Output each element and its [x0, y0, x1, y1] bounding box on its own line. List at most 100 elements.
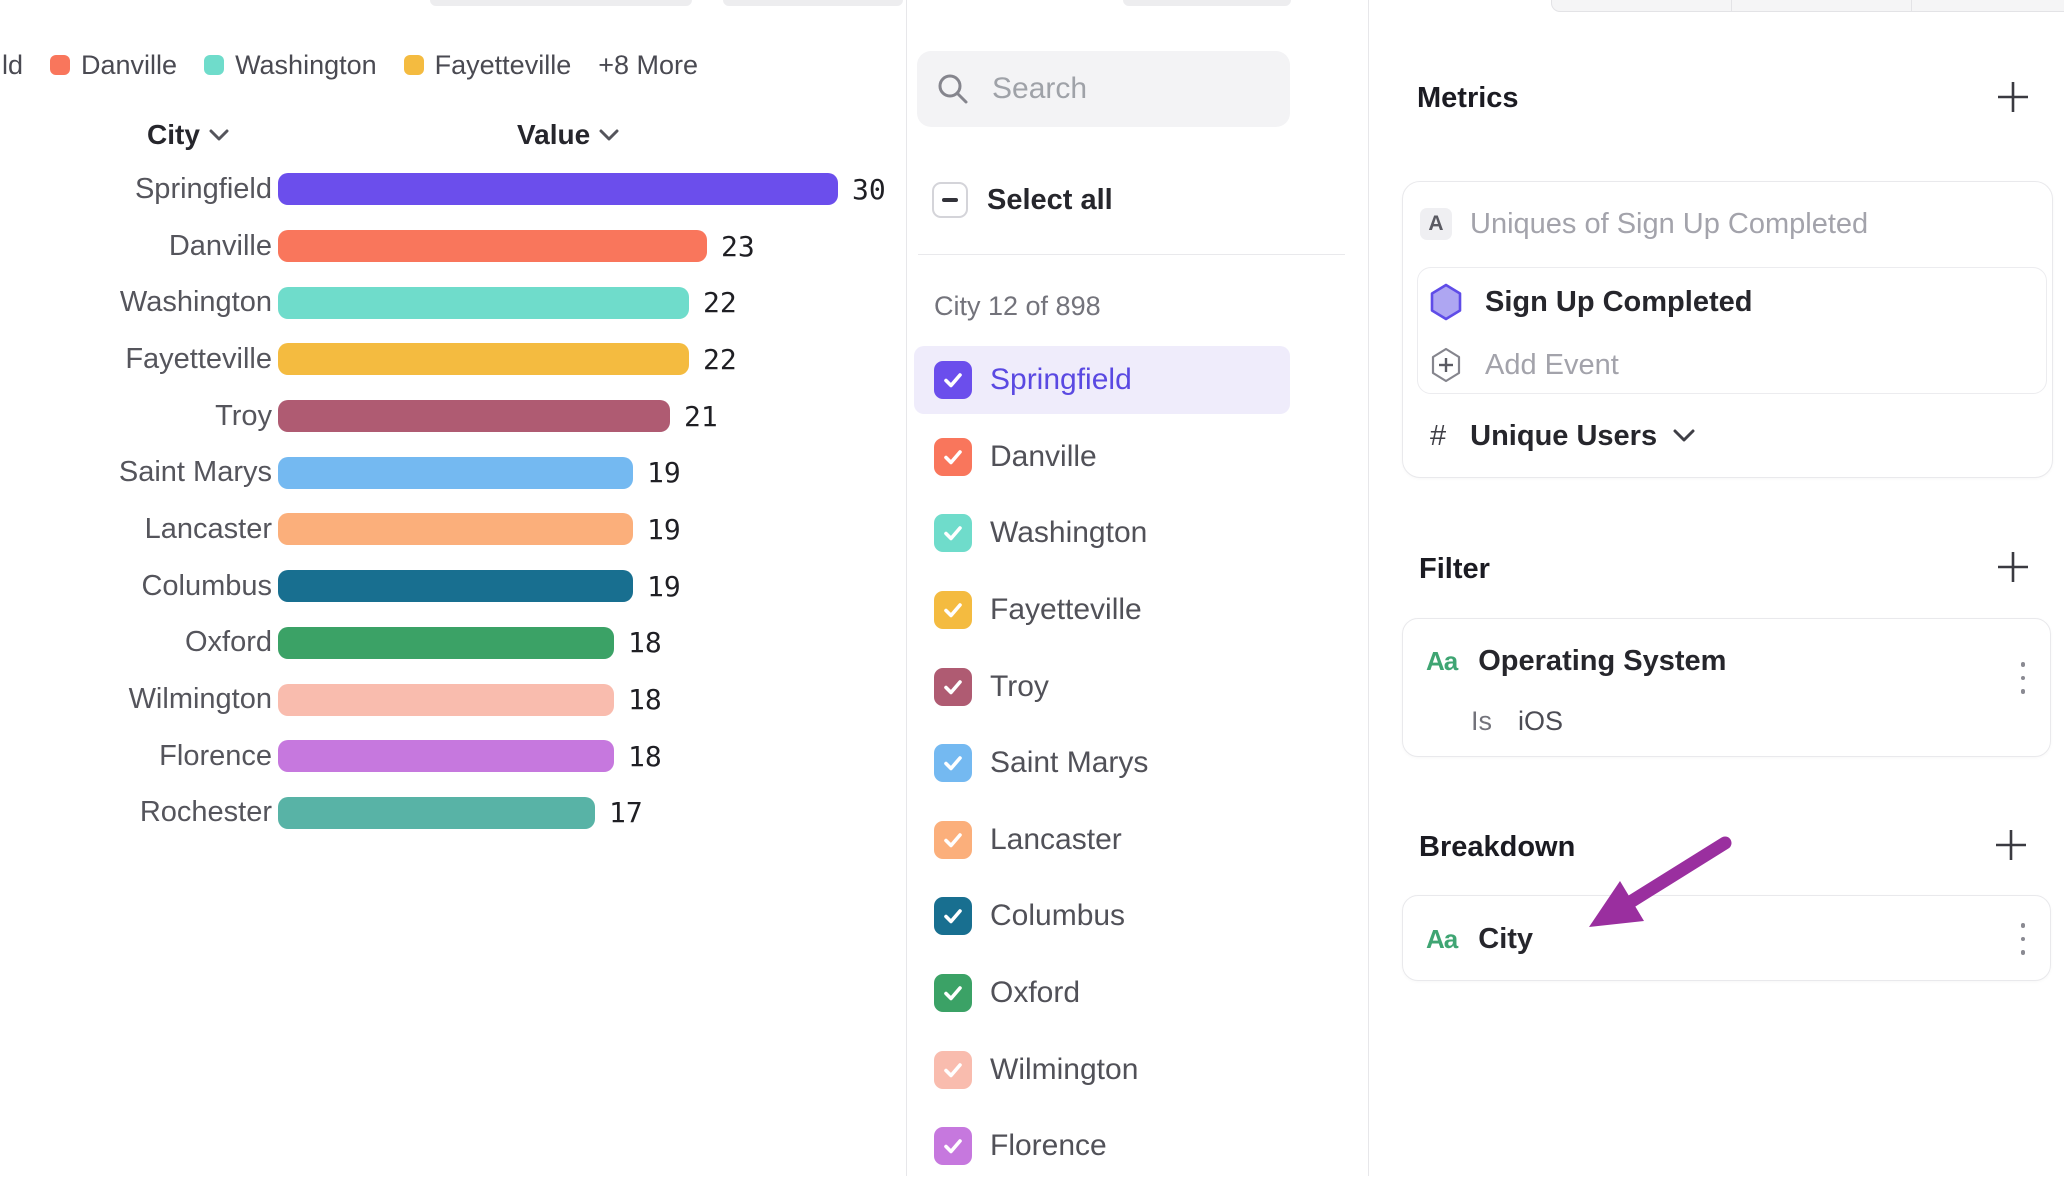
city-row-fayetteville[interactable]: Fayetteville: [906, 572, 1368, 649]
city-checkbox[interactable]: [934, 974, 972, 1012]
legend-more-button[interactable]: +8 More: [598, 50, 698, 81]
city-checkbox[interactable]: [934, 897, 972, 935]
city-row-troy[interactable]: Troy: [906, 648, 1368, 725]
column-header-value-label: Value: [517, 119, 590, 151]
column-header-city-label: City: [147, 119, 200, 151]
filter-property-row[interactable]: Aa Operating System: [1426, 644, 1726, 678]
segmented-control-sliver: [1551, 0, 2064, 12]
bar-value: 19: [647, 456, 681, 489]
segment-divider: [1911, 0, 1912, 11]
city-row-danville[interactable]: Danville: [906, 419, 1368, 496]
bar[interactable]: [278, 343, 689, 375]
city-row-columbus[interactable]: Columbus: [906, 878, 1368, 955]
check-icon: [940, 367, 966, 393]
city-label: Springfield: [990, 363, 1132, 397]
bar[interactable]: [278, 627, 614, 659]
bar[interactable]: [278, 740, 614, 772]
bar[interactable]: [278, 570, 633, 602]
city-label: Lancaster: [990, 823, 1122, 857]
city-row-springfield[interactable]: Springfield: [906, 342, 1368, 419]
bar-value: 22: [703, 343, 737, 376]
bar[interactable]: [278, 173, 838, 205]
select-all-row[interactable]: Select all: [906, 164, 1368, 236]
bar-value: 18: [628, 683, 662, 716]
bar-value: 19: [647, 570, 681, 603]
city-checkbox[interactable]: [934, 514, 972, 552]
bar[interactable]: [278, 513, 633, 545]
bar-value: 21: [684, 400, 718, 433]
bar[interactable]: [278, 287, 689, 319]
breakdown-card[interactable]: Aa City: [1402, 895, 2051, 981]
city-checkbox[interactable]: [934, 744, 972, 782]
city-label: Fayetteville: [990, 593, 1142, 627]
chart-row: Wilmington18: [0, 671, 906, 728]
event-block: Sign Up Completed Add Event: [1417, 267, 2047, 394]
chart-row: Fayetteville22: [0, 331, 906, 388]
bar-category-label: Danville: [0, 230, 272, 263]
city-checkbox[interactable]: [934, 438, 972, 476]
chart-row: Columbus 19: [0, 558, 906, 615]
kebab-menu-icon[interactable]: [2020, 923, 2026, 964]
city-checkbox[interactable]: [934, 1127, 972, 1165]
bar-category-label: Columbus: [0, 570, 272, 603]
breakdown-property-row[interactable]: Aa City: [1426, 922, 1533, 956]
bar-value: 18: [628, 740, 662, 773]
city-checkbox[interactable]: [934, 591, 972, 629]
top-tab-sliver: [1123, 0, 1291, 6]
metric-summary: Uniques of Sign Up Completed: [1470, 208, 1868, 241]
chevron-down-icon: [1673, 429, 1695, 443]
filter-card[interactable]: Aa Operating System Is iOS: [1402, 618, 2051, 757]
city-row-oxford[interactable]: Oxford: [906, 955, 1368, 1032]
add-event-label: Add Event: [1485, 349, 1619, 382]
search-icon: [936, 72, 970, 106]
metric-card[interactable]: A Uniques of Sign Up Completed Sign Up C…: [1402, 181, 2053, 478]
bar[interactable]: [278, 400, 670, 432]
city-label: Danville: [990, 440, 1097, 474]
bar[interactable]: [278, 684, 614, 716]
filter-condition-row[interactable]: Is iOS: [1471, 706, 1563, 736]
search-input[interactable]: [990, 71, 1274, 107]
plus-icon: [1994, 828, 2028, 862]
bar-value: 17: [609, 796, 643, 829]
city-checkbox[interactable]: [934, 668, 972, 706]
search-box[interactable]: [917, 51, 1290, 127]
select-all-checkbox[interactable]: [932, 182, 968, 218]
add-event-row[interactable]: Add Event: [1430, 346, 1619, 384]
check-icon: [940, 750, 966, 776]
kebab-menu-icon[interactable]: [2020, 662, 2026, 703]
legend-item[interactable]: Washington: [204, 50, 377, 81]
city-row-saint-marys[interactable]: Saint Marys: [906, 725, 1368, 802]
breakdown-heading: Breakdown: [1419, 831, 1575, 864]
add-breakdown-button[interactable]: [1994, 828, 2028, 862]
bar-value: 23: [721, 230, 755, 263]
legend-item[interactable]: Danville: [50, 50, 177, 81]
bar[interactable]: [278, 797, 595, 829]
metric-summary-row: Uniques of Sign Up Completed: [1470, 208, 1868, 240]
city-checkbox[interactable]: [934, 1051, 972, 1089]
chart-row: Washington22: [0, 274, 906, 331]
add-metric-button[interactable]: [1996, 80, 2030, 114]
legend-item[interactable]: Fayetteville: [404, 50, 572, 81]
city-row-washington[interactable]: Washington: [906, 495, 1368, 572]
city-label: Florence: [990, 1129, 1107, 1163]
city-checkbox[interactable]: [934, 361, 972, 399]
chart-row: Lancaster19: [0, 501, 906, 558]
city-row-lancaster[interactable]: Lancaster: [906, 802, 1368, 879]
check-icon: [940, 597, 966, 623]
city-row-wilmington[interactable]: Wilmington: [906, 1031, 1368, 1108]
string-property-icon: Aa: [1426, 646, 1457, 677]
bar[interactable]: [278, 457, 633, 489]
filter-heading: Filter: [1419, 553, 1490, 586]
column-header-value[interactable]: Value: [517, 118, 619, 152]
event-row[interactable]: Sign Up Completed: [1429, 282, 1752, 322]
filter-value: iOS: [1518, 706, 1563, 737]
bar[interactable]: [278, 230, 707, 262]
add-filter-button[interactable]: [1996, 550, 2030, 584]
city-checkbox[interactable]: [934, 821, 972, 859]
city-row-florence[interactable]: Florence: [906, 1108, 1368, 1185]
measure-selector[interactable]: # Unique Users: [1430, 418, 1695, 454]
column-header-city[interactable]: City: [147, 118, 229, 152]
bar-category-label: Springfield: [0, 173, 272, 206]
chart-row: Troy21: [0, 388, 906, 445]
bar-category-label: Florence: [0, 740, 272, 773]
